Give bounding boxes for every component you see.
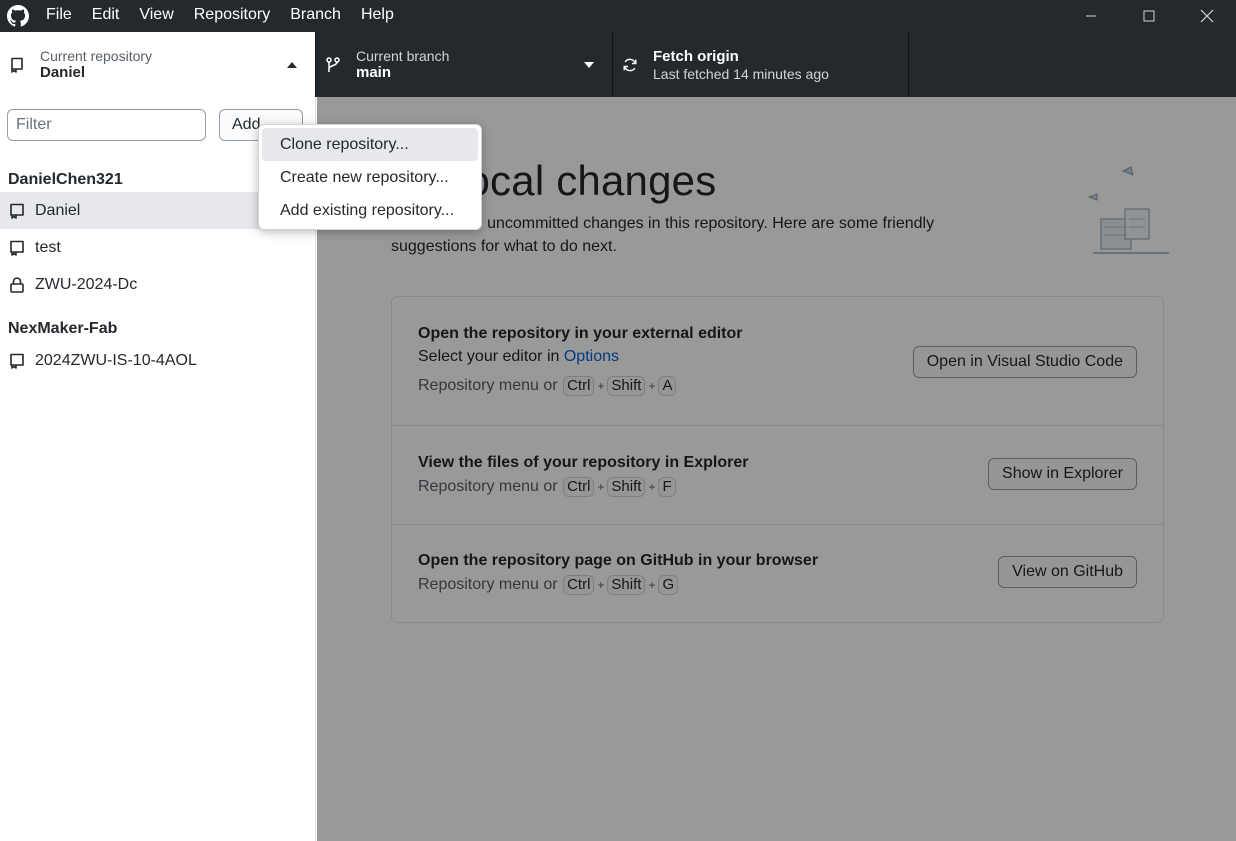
- current-branch-button[interactable]: Current branch main: [316, 32, 613, 97]
- current-branch-label: Current branch: [356, 47, 450, 64]
- sync-icon: [622, 57, 638, 73]
- caret-up-icon: [287, 62, 297, 68]
- menu-view[interactable]: View: [129, 0, 183, 32]
- repo-item-test[interactable]: test: [0, 229, 316, 266]
- fetch-origin-title: Fetch origin: [653, 47, 739, 65]
- title-bar: File Edit View Repository Branch Help: [0, 0, 1236, 32]
- menu-help[interactable]: Help: [351, 0, 404, 32]
- current-repository-button[interactable]: Current repository Daniel: [0, 32, 316, 97]
- repo-item-zwu-2024-dc[interactable]: ZWU-2024-Dc: [0, 266, 316, 303]
- window-controls: [1062, 0, 1236, 32]
- current-repository-name: Daniel: [40, 63, 86, 81]
- menu-file[interactable]: File: [36, 0, 82, 32]
- toolbar: Current repository Daniel Current branch…: [0, 32, 1236, 97]
- repo-icon: [9, 351, 29, 371]
- menu-item-create-new-repository[interactable]: Create new repository...: [262, 161, 478, 194]
- menu-bar: File Edit View Repository Branch Help: [36, 0, 404, 32]
- menu-item-add-existing-repository[interactable]: Add existing repository...: [262, 194, 478, 227]
- group-header-danielchen321: DanielChen321: [8, 171, 123, 188]
- current-branch-name: main: [356, 63, 392, 81]
- menu-repository[interactable]: Repository: [184, 0, 280, 32]
- github-octocat-icon: [0, 0, 36, 32]
- current-repository-label: Current repository: [40, 47, 153, 64]
- repo-name: 2024ZWU-IS-10-4AOL: [35, 351, 197, 369]
- repo-name: Daniel: [35, 201, 81, 219]
- minimize-icon[interactable]: [1062, 0, 1120, 32]
- repo-icon: [9, 201, 29, 221]
- repo-icon: [9, 238, 29, 258]
- close-icon[interactable]: [1178, 0, 1236, 32]
- maximize-icon[interactable]: [1120, 0, 1178, 32]
- menu-item-clone-repository[interactable]: Clone repository...: [262, 128, 478, 161]
- repo-icon: [9, 57, 25, 73]
- group-header-nexmaker-fab: NexMaker-Fab: [8, 320, 118, 337]
- lock-icon: [9, 275, 29, 295]
- repo-item-2024zwu-is-10-4aol[interactable]: 2024ZWU-IS-10-4AOL: [0, 342, 316, 379]
- repo-name: ZWU-2024-Dc: [35, 275, 138, 293]
- caret-down-icon: [584, 62, 594, 68]
- filter-input[interactable]: [7, 109, 206, 141]
- menu-branch[interactable]: Branch: [280, 0, 351, 32]
- repo-name: test: [35, 238, 61, 256]
- add-repository-menu: Clone repository... Create new repositor…: [258, 124, 482, 230]
- last-fetched-text: Last fetched 14 minutes ago: [653, 65, 829, 82]
- fetch-origin-button[interactable]: Fetch origin Last fetched 14 minutes ago: [613, 32, 909, 97]
- menu-edit[interactable]: Edit: [82, 0, 130, 32]
- git-branch-icon: [325, 56, 341, 73]
